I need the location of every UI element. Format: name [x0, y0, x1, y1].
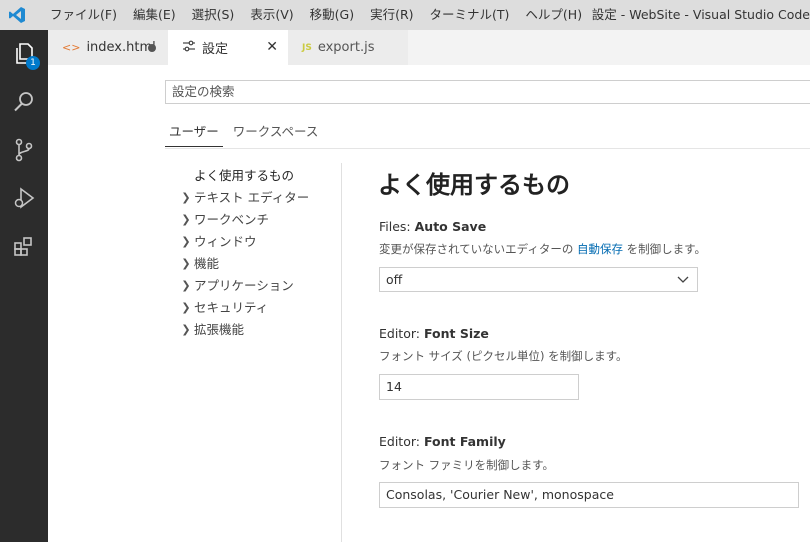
menu-terminal[interactable]: ターミナル(T)	[422, 0, 518, 30]
auto-save-description: 変更が保存されていないエディターの 自動保存 を制御します。	[379, 241, 706, 257]
setting-category: Files:	[379, 219, 415, 234]
title-bar: ファイル(F) 編集(E) 選択(S) 表示(V) 移動(G) 実行(R) ター…	[0, 0, 810, 30]
settings-tab-icon	[182, 40, 196, 55]
extensions-icon[interactable]	[0, 222, 48, 270]
font-family-description: フォント ファミリを制御します。	[379, 458, 555, 472]
menu-help[interactable]: ヘルプ(H)	[517, 0, 590, 30]
tab-label: 設定	[202, 42, 229, 57]
auto-save-select[interactable]: off	[379, 267, 698, 292]
menu-selection[interactable]: 選択(S)	[184, 0, 243, 30]
desc-text: 変更が保存されていないエディターの	[379, 242, 578, 256]
explorer-icon[interactable]: 1	[0, 30, 48, 78]
toc-item-label: よく使用するもの	[194, 168, 295, 183]
font-family-label: Editor: Font Family	[379, 434, 506, 449]
toc-item-extensions[interactable]: ❯ 拡張機能	[178, 319, 338, 341]
tab-user[interactable]: ユーザー	[165, 121, 223, 147]
tab-workspace[interactable]: ワークスペース	[229, 121, 323, 147]
menu-edit[interactable]: 編集(E)	[125, 0, 184, 30]
font-size-description: フォント サイズ (ピクセル単位) を制御します。	[379, 349, 628, 363]
chevron-down-icon	[677, 268, 689, 299]
activity-bar: 1	[0, 30, 48, 542]
toc-item-text-editor[interactable]: ❯ テキスト エディター	[178, 187, 338, 209]
editor-tab-bar: <> index.html 設定 ✕ JS export.js	[48, 30, 810, 65]
menu-file[interactable]: ファイル(F)	[42, 0, 125, 30]
toc-divider	[341, 163, 342, 542]
settings-toc: よく使用するもの ❯ テキスト エディター ❯ ワークベンチ ❯ ウィンドウ ❯…	[178, 165, 338, 341]
auto-save-link[interactable]: 自動保存	[577, 242, 623, 256]
settings-editor: 設定の検索 ユーザー ワークスペース よく使用するもの ❯ テキスト エディター…	[48, 65, 810, 542]
toc-item-security[interactable]: ❯ セキュリティ	[178, 297, 338, 319]
menu-run[interactable]: 実行(R)	[362, 0, 421, 30]
run-debug-icon[interactable]	[0, 174, 48, 222]
tab-settings[interactable]: 設定 ✕	[168, 30, 288, 65]
divider	[165, 148, 810, 149]
chevron-right-icon: ❯	[181, 235, 191, 248]
html-file-icon: <>	[62, 41, 81, 54]
setting-category: Editor:	[379, 326, 424, 341]
menu-go[interactable]: 移動(G)	[302, 0, 362, 30]
toc-item-workbench[interactable]: ❯ ワークベンチ	[178, 209, 338, 231]
toc-item-label: セキュリティ	[194, 300, 269, 315]
tab-export-js[interactable]: JS export.js	[288, 30, 408, 65]
toc-item-label: アプリケーション	[194, 278, 294, 293]
font-family-input[interactable]: Consolas, 'Courier New', monospace	[379, 482, 799, 508]
toc-item-label: テキスト エディター	[194, 190, 310, 205]
source-control-icon[interactable]	[0, 126, 48, 174]
chevron-right-icon: ❯	[181, 279, 191, 292]
explorer-badge: 1	[26, 56, 40, 70]
chevron-right-icon: ❯	[181, 323, 191, 336]
auto-save-label: Files: Auto Save	[379, 219, 486, 234]
chevron-right-icon: ❯	[181, 191, 191, 204]
js-file-icon: JS	[302, 42, 312, 53]
selected-value: off	[386, 272, 403, 287]
menu-view[interactable]: 表示(V)	[242, 0, 301, 30]
setting-category: Editor:	[379, 434, 424, 449]
toc-item-application[interactable]: ❯ アプリケーション	[178, 275, 338, 297]
tab-index-html[interactable]: <> index.html	[48, 30, 168, 65]
toc-item-commonly-used[interactable]: よく使用するもの	[178, 165, 338, 187]
settings-search-input[interactable]: 設定の検索	[165, 80, 810, 104]
toc-item-label: ウィンドウ	[194, 234, 257, 249]
toc-item-label: ワークベンチ	[194, 212, 270, 227]
menu-bar: ファイル(F) 編集(E) 選択(S) 表示(V) 移動(G) 実行(R) ター…	[42, 0, 590, 30]
chevron-right-icon: ❯	[181, 301, 191, 314]
toc-item-features[interactable]: ❯ 機能	[178, 253, 338, 275]
scope-tabs: ユーザー ワークスペース	[165, 121, 328, 147]
setting-name: Auto Save	[414, 219, 487, 234]
tab-label: export.js	[317, 40, 375, 55]
font-size-label: Editor: Font Size	[379, 326, 489, 341]
setting-name: Font Family	[423, 434, 506, 449]
font-size-input[interactable]: 14	[379, 374, 579, 400]
section-title: よく使用するもの	[378, 171, 570, 199]
search-icon[interactable]	[0, 78, 48, 126]
setting-name: Font Size	[423, 326, 489, 341]
toc-item-label: 機能	[194, 256, 220, 271]
vscode-logo-icon[interactable]	[0, 0, 34, 30]
toc-item-label: 拡張機能	[194, 322, 245, 337]
desc-text: を制御します。	[623, 242, 707, 256]
unsaved-dot-icon[interactable]	[148, 44, 156, 52]
toc-item-window[interactable]: ❯ ウィンドウ	[178, 231, 338, 253]
tab-label: index.html	[86, 40, 156, 55]
close-icon[interactable]: ✕	[266, 39, 278, 55]
chevron-right-icon: ❯	[181, 213, 191, 226]
window-title: 設定 - WebSite - Visual Studio Code	[591, 7, 810, 22]
chevron-right-icon: ❯	[181, 257, 191, 270]
